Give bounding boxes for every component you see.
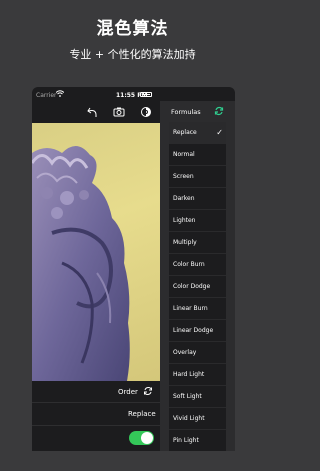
formula-item-soft-light[interactable]: Soft Light	[169, 386, 226, 408]
swap-order-icon[interactable]	[143, 386, 153, 396]
toolbar	[32, 104, 160, 122]
image-canvas[interactable]	[32, 123, 160, 381]
formula-label: Normal	[173, 151, 195, 158]
compare-icon[interactable]	[140, 106, 152, 118]
settings-panel: Order Replace	[32, 381, 160, 451]
formulas-header: Formulas	[160, 101, 235, 121]
row-divider	[32, 402, 160, 403]
formula-item-screen[interactable]: Screen	[169, 166, 226, 188]
formula-item-linear-dodge[interactable]: Linear Dodge	[169, 320, 226, 342]
formula-item-lighten[interactable]: Lighten	[169, 210, 226, 232]
formula-label: Linear Dodge	[173, 327, 214, 334]
formula-item-hard-light[interactable]: Hard Light	[169, 364, 226, 386]
formula-label: Linear Burn	[173, 305, 208, 312]
formula-item-multiply[interactable]: Multiply	[169, 232, 226, 254]
formula-label: Color Dodge	[173, 283, 211, 290]
blend-toggle[interactable]	[129, 431, 154, 445]
toggle-knob	[141, 432, 153, 444]
formula-label: Overlay	[173, 349, 197, 356]
formula-item-pin-light[interactable]: Pin Light	[169, 430, 226, 451]
formula-label: Multiply	[173, 239, 197, 246]
formula-item-replace[interactable]: Replace ✓	[169, 122, 226, 144]
blend-mode-value[interactable]: Replace	[128, 410, 156, 418]
formula-label: Screen	[173, 173, 194, 180]
formula-item-normal[interactable]: Normal	[169, 144, 226, 166]
formula-label: Hard Light	[173, 371, 205, 378]
order-label: Order	[118, 388, 138, 396]
row-divider	[32, 425, 160, 426]
checkmark-icon: ✓	[216, 128, 223, 137]
blended-photo	[32, 145, 130, 381]
formula-label: Lighten	[173, 217, 196, 224]
promo-subtitle: 专业 + 个性化的算法加持	[69, 48, 196, 61]
formula-item-linear-burn[interactable]: Linear Burn	[169, 298, 226, 320]
status-bar: Carrier 11:55 PM	[32, 87, 235, 101]
wifi-icon	[56, 90, 64, 97]
formula-label: Soft Light	[173, 393, 202, 400]
formula-item-color-dodge[interactable]: Color Dodge	[169, 276, 226, 298]
undo-icon[interactable]	[87, 106, 99, 118]
carrier-label: Carrier	[36, 92, 57, 99]
device-screen: Carrier 11:55 PM Order Replace Formulas …	[32, 87, 235, 451]
formula-label: Pin Light	[173, 437, 199, 444]
battery-icon	[140, 92, 152, 97]
formula-label: Darken	[173, 195, 195, 202]
formula-item-vivid-light[interactable]: Vivid Light	[169, 408, 226, 430]
formula-label: Replace	[173, 129, 197, 136]
formula-item-color-burn[interactable]: Color Burn	[169, 254, 226, 276]
refresh-icon[interactable]	[214, 106, 224, 116]
formula-label: Vivid Light	[173, 415, 205, 422]
promo-title: 混色算法	[96, 19, 169, 39]
formula-label: Color Burn	[173, 261, 205, 268]
formula-item-overlay[interactable]: Overlay	[169, 342, 226, 364]
formulas-panel: Formulas Replace ✓ Normal Screen Darken …	[160, 101, 235, 451]
formulas-title: Formulas	[171, 108, 201, 116]
formula-item-darken[interactable]: Darken	[169, 188, 226, 210]
formula-list: Replace ✓ Normal Screen Darken Lighten M…	[169, 122, 226, 451]
camera-icon[interactable]	[113, 106, 125, 118]
